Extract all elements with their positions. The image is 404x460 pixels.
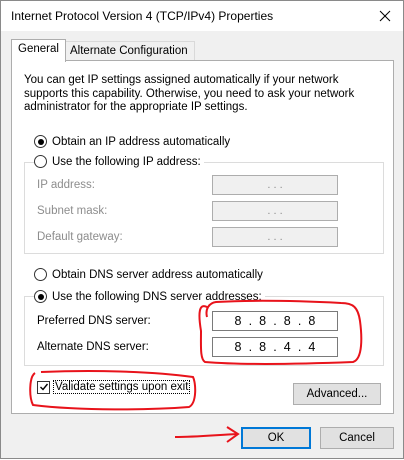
radio-indicator xyxy=(34,268,47,281)
octet: 8 xyxy=(283,314,291,328)
default-gateway-label: Default gateway: xyxy=(37,231,123,243)
advanced-button[interactable]: Advanced... xyxy=(293,383,381,405)
validate-settings-checkbox[interactable]: Validate settings upon exit xyxy=(37,380,191,394)
preferred-dns-label: Preferred DNS server: xyxy=(37,315,151,327)
octet: 8 xyxy=(234,340,242,354)
tab-alternate-configuration[interactable]: Alternate Configuration xyxy=(63,41,195,61)
ok-button[interactable]: OK xyxy=(241,427,311,449)
close-button[interactable] xyxy=(371,3,399,29)
radio-indicator xyxy=(34,290,47,303)
checkbox-indicator xyxy=(37,380,50,394)
ip-address-input[interactable]: . . . xyxy=(212,175,338,195)
obtain-dns-auto-radio[interactable]: Obtain DNS server address automatically xyxy=(34,268,263,281)
use-following-ip-label: Use the following IP address: xyxy=(52,155,201,168)
use-following-ip-radio[interactable]: Use the following IP address: xyxy=(34,155,204,168)
general-panel: You can get IP settings assigned automat… xyxy=(11,60,394,414)
subnet-mask-input[interactable]: . . . xyxy=(212,201,338,221)
window-title: Internet Protocol Version 4 (TCP/IPv4) P… xyxy=(11,9,274,23)
octet: 8 xyxy=(308,314,316,328)
obtain-ip-auto-radio[interactable]: Obtain an IP address automatically xyxy=(34,135,230,148)
title-bar: Internet Protocol Version 4 (TCP/IPv4) P… xyxy=(1,1,403,31)
alternate-dns-label: Alternate DNS server: xyxy=(37,341,149,353)
cancel-button[interactable]: Cancel xyxy=(320,427,394,449)
validate-settings-label: Validate settings upon exit xyxy=(53,380,191,394)
checkmark-icon xyxy=(39,383,48,391)
default-gateway-input[interactable]: . . . xyxy=(212,227,338,247)
use-following-dns-radio[interactable]: Use the following DNS server addresses: xyxy=(34,290,265,303)
description-text: You can get IP settings assigned automat… xyxy=(24,74,355,113)
subnet-mask-label: Subnet mask: xyxy=(37,205,108,217)
tab-general[interactable]: General xyxy=(11,39,66,62)
radio-indicator xyxy=(34,135,47,148)
obtain-ip-auto-label: Obtain an IP address automatically xyxy=(52,135,231,148)
dialog-window: Internet Protocol Version 4 (TCP/IPv4) P… xyxy=(0,0,404,459)
octet: 4 xyxy=(283,340,291,354)
use-following-dns-label: Use the following DNS server addresses: xyxy=(52,290,262,303)
alternate-dns-input[interactable]: 8. 8. 4. 4 xyxy=(212,337,338,357)
preferred-dns-input[interactable]: 8. 8. 8. 8 xyxy=(212,311,338,331)
radio-indicator xyxy=(34,155,47,168)
close-icon xyxy=(379,10,391,22)
octet: 8 xyxy=(259,314,267,328)
octet: 8 xyxy=(259,340,267,354)
octet: 8 xyxy=(234,314,242,328)
ip-address-label: IP address: xyxy=(37,179,95,191)
octet: 4 xyxy=(308,340,316,354)
obtain-dns-auto-label: Obtain DNS server address automatically xyxy=(52,268,263,281)
